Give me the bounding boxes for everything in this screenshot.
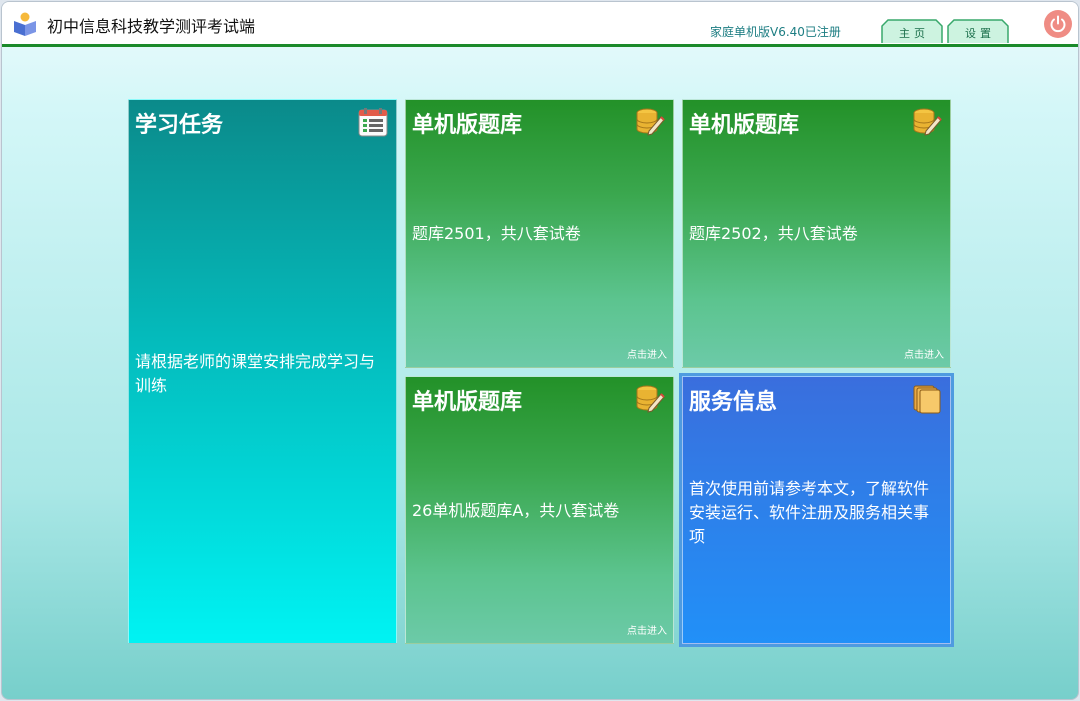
tile-question-bank-2502[interactable]: 单机版题库 题库2502，共八套试卷 点击进入 (682, 99, 951, 368)
tile-service-info[interactable]: 服务信息 首次使用前请参考本文，了解软件安装运行、软件注册及服务相关事项 (679, 373, 954, 647)
tile-description: 26单机版题库A，共八套试卷 (412, 501, 620, 520)
tile-title: 学习任务 (135, 113, 224, 138)
tab-settings[interactable]: 设置 (947, 19, 1009, 43)
enter-link[interactable]: 点击进入 (627, 346, 667, 361)
tile-description: 首次使用前请参考本文，了解软件安装运行、软件注册及服务相关事项 (689, 479, 930, 546)
tab-settings-label: 设置 (965, 27, 995, 40)
tile-title: 服务信息 (689, 390, 778, 415)
tile-description: 题库2502，共八套试卷 (689, 224, 858, 243)
app-logo-icon (14, 12, 36, 36)
task-list-icon (358, 108, 388, 137)
version-status: 家庭单机版V6.40已注册 (710, 25, 841, 39)
tile-question-bank-26a[interactable]: 单机版题库 26单机版题库A，共八套试卷 点击进入 (405, 376, 674, 644)
tile-study-tasks[interactable]: 学习任务 请根据老师的课堂安排完成学习与训练 (128, 99, 397, 644)
tile-title: 单机版题库 (412, 390, 523, 415)
tile-title: 单机版题库 (689, 113, 800, 138)
database-edit-icon (913, 108, 942, 136)
power-button[interactable] (1044, 10, 1072, 38)
enter-link[interactable]: 点击进入 (904, 346, 944, 361)
database-edit-icon (636, 108, 665, 136)
power-icon (1050, 15, 1066, 33)
tile-question-bank-2501[interactable]: 单机版题库 题库2501，共八套试卷 点击进入 (405, 99, 674, 368)
app-title: 初中信息科技教学测评考试端 (47, 17, 256, 36)
tile-description: 题库2501，共八套试卷 (412, 224, 581, 243)
tile-description: 请根据老师的课堂安排完成学习与训练 (135, 352, 376, 395)
enter-link[interactable]: 点击进入 (627, 622, 667, 637)
tab-home[interactable]: 主页 (881, 19, 943, 43)
app-window: 初中信息科技教学测评考试端 家庭单机版V6.40已注册 主页 设置 学习任务 请… (1, 1, 1079, 700)
tile-title: 单机版题库 (412, 113, 523, 138)
title-bar: 初中信息科技教学测评考试端 家庭单机版V6.40已注册 主页 设置 (2, 2, 1078, 47)
database-edit-icon (636, 385, 665, 413)
documents-icon (913, 385, 941, 414)
tab-home-label: 主页 (899, 27, 929, 40)
